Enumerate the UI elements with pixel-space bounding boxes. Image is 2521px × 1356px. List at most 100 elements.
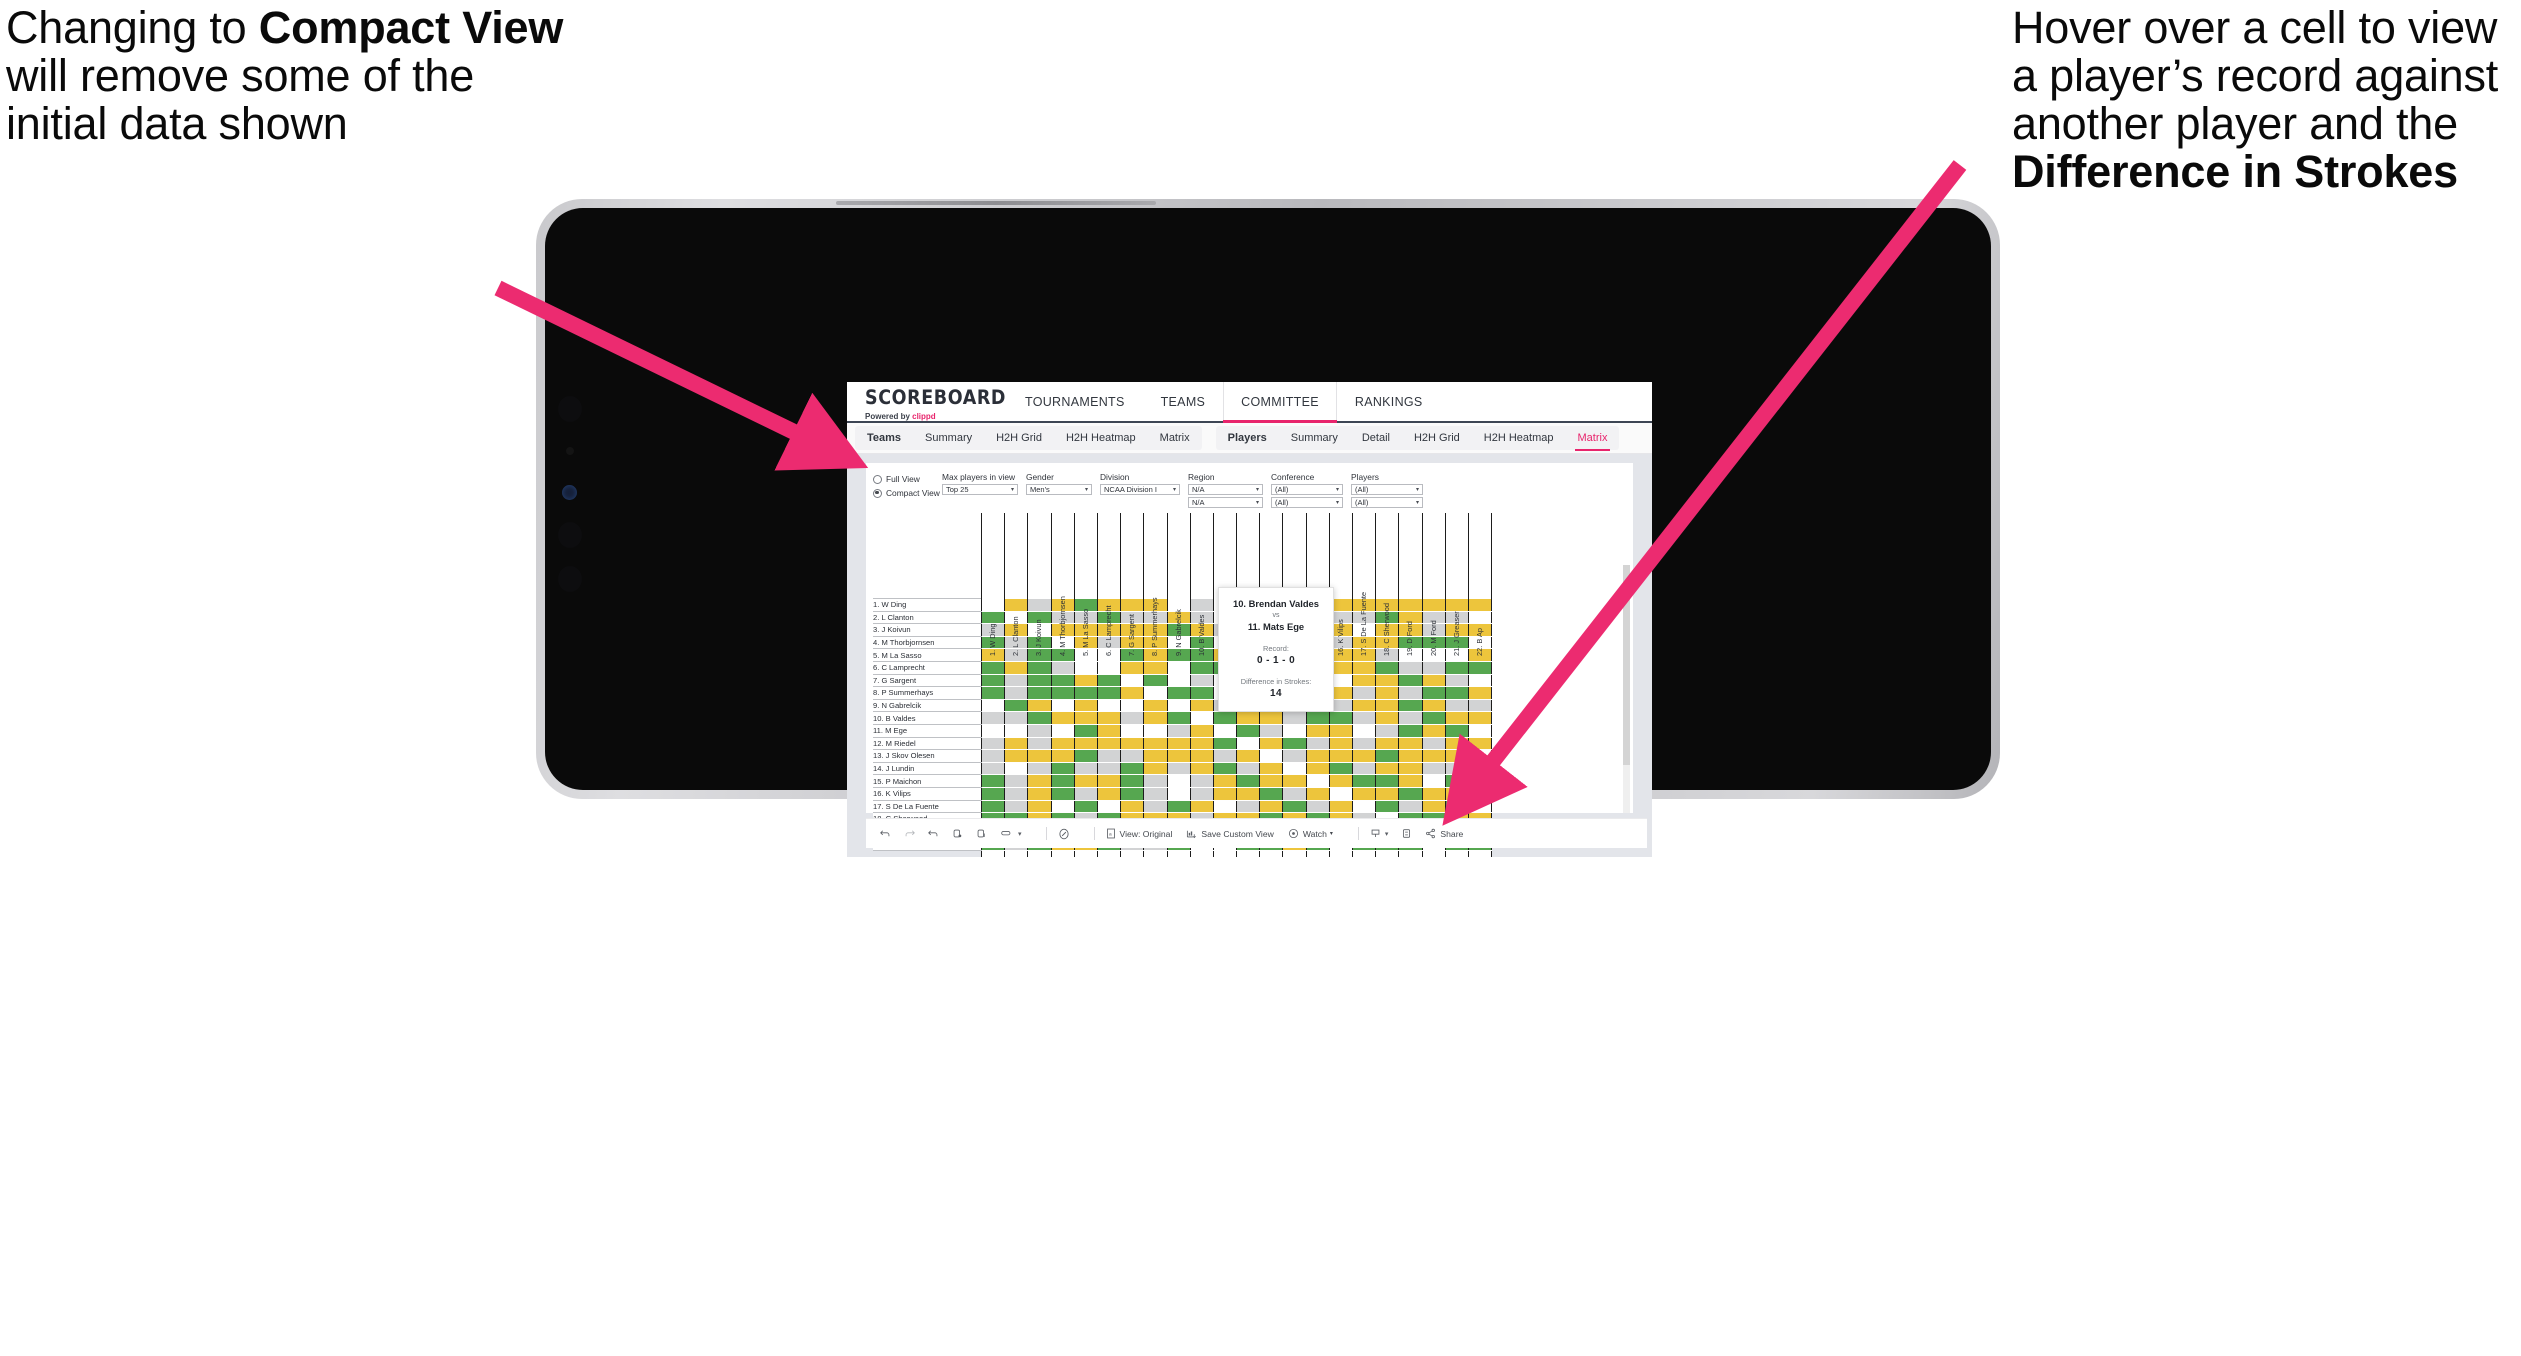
matrix-column-header[interactable]: 11. M Ege xyxy=(1212,513,1238,656)
matrix-column-header[interactable]: 16. K Vilips xyxy=(1328,513,1354,656)
matrix-cell[interactable] xyxy=(1351,749,1377,763)
matrix-cell[interactable] xyxy=(1050,686,1075,700)
matrix-cell[interactable] xyxy=(1467,786,1493,801)
matrix-cell[interactable] xyxy=(980,774,1006,788)
radio-full-view[interactable]: Full View xyxy=(873,474,942,484)
matrix-cell[interactable] xyxy=(1004,749,1029,763)
undo-icon[interactable] xyxy=(880,828,891,839)
nav-tournaments[interactable]: TOURNAMENTS xyxy=(1007,382,1143,421)
matrix-cell[interactable] xyxy=(1398,698,1423,713)
subnav-players-h2h-heatmap[interactable]: H2H Heatmap xyxy=(1472,426,1566,450)
matrix-cell[interactable] xyxy=(1328,786,1354,801)
watch-button[interactable]: Watch ▾ xyxy=(1288,828,1333,839)
matrix-cell[interactable] xyxy=(1444,774,1469,788)
matrix-row-label[interactable]: 2. L Clanton xyxy=(873,610,982,625)
matrix-cell[interactable] xyxy=(1189,686,1214,700)
matrix-cell[interactable] xyxy=(1004,799,1029,814)
matrix-cell[interactable] xyxy=(1282,774,1307,788)
matrix-column-header[interactable]: 4. M Thorbjornsen xyxy=(1050,513,1075,656)
matrix-cell[interactable] xyxy=(1096,749,1122,763)
matrix-cell[interactable] xyxy=(1143,673,1168,688)
matrix-cell[interactable] xyxy=(1050,698,1075,713)
matrix-row-label[interactable]: 5. M La Sasso xyxy=(873,648,982,662)
matrix-cell[interactable] xyxy=(1004,711,1029,725)
matrix-cell[interactable] xyxy=(1096,761,1122,776)
matrix-cell[interactable] xyxy=(1027,761,1052,776)
loop-icon[interactable] xyxy=(1000,828,1013,839)
matrix-cell[interactable] xyxy=(1375,774,1400,788)
matrix-cell[interactable] xyxy=(1166,749,1191,763)
matrix-cell[interactable] xyxy=(1305,786,1330,801)
download-icon[interactable] xyxy=(1370,828,1381,839)
matrix-cell[interactable] xyxy=(1236,749,1261,763)
matrix-cell[interactable] xyxy=(1375,749,1400,763)
matrix-column-header[interactable]: 22. B Ap xyxy=(1467,513,1493,656)
matrix-cell[interactable] xyxy=(1143,799,1168,814)
matrix-cell[interactable] xyxy=(1398,749,1423,763)
matrix-column-header[interactable]: 8. P Summerhays xyxy=(1143,513,1168,656)
subnav-teams-h2h-grid[interactable]: H2H Grid xyxy=(984,426,1054,450)
matrix-cell[interactable] xyxy=(1398,774,1423,788)
matrix-cell[interactable] xyxy=(1328,736,1354,751)
matrix-column-header[interactable]: 13. J Skov Olesen xyxy=(1259,513,1284,656)
matrix-cell[interactable] xyxy=(1004,786,1029,801)
radio-compact-view[interactable]: Compact View xyxy=(873,488,942,498)
matrix-cell[interactable] xyxy=(1236,799,1261,814)
vertical-scrollbar-thumb[interactable] xyxy=(1623,565,1630,765)
matrix-row-label[interactable]: 14. J Lundin xyxy=(873,761,982,776)
matrix-cell[interactable] xyxy=(1189,673,1214,688)
matrix-cell[interactable] xyxy=(1004,698,1029,713)
matrix-cell[interactable] xyxy=(1305,761,1330,776)
matrix-row-label[interactable]: 8. P Summerhays xyxy=(873,686,982,700)
matrix-cell[interactable] xyxy=(1444,711,1469,725)
matrix-column-header[interactable]: 5. M La Sasso xyxy=(1073,513,1098,656)
matrix-column-header[interactable]: 21. J Greaser xyxy=(1444,513,1469,656)
matrix-column-header[interactable]: 19. D Ford xyxy=(1398,513,1423,656)
matrix-column-header[interactable]: 18. C Sherwood xyxy=(1375,513,1400,656)
matrix-cell[interactable] xyxy=(1212,761,1238,776)
matrix-cell[interactable] xyxy=(1096,698,1122,713)
matrix-cell[interactable] xyxy=(1444,736,1469,751)
matrix-cell[interactable] xyxy=(1050,799,1075,814)
subnav-players-h2h-grid[interactable]: H2H Grid xyxy=(1402,426,1472,450)
matrix-cell[interactable] xyxy=(1212,749,1238,763)
matrix-cell[interactable] xyxy=(1050,736,1075,751)
redo-icon[interactable] xyxy=(904,828,915,839)
matrix-column-header[interactable]: 20. M Ford xyxy=(1421,513,1446,656)
matrix-column-header[interactable]: 14. J Lundin xyxy=(1282,513,1307,656)
matrix-cell[interactable] xyxy=(1328,749,1354,763)
nav-rankings[interactable]: RANKINGS xyxy=(1337,382,1441,421)
filter-players-select[interactable]: (All) ▾ xyxy=(1351,484,1423,495)
matrix-cell[interactable] xyxy=(1467,723,1493,738)
matrix-cell[interactable] xyxy=(1004,686,1029,700)
matrix-cell[interactable] xyxy=(1236,761,1261,776)
matrix-row-label[interactable]: 10. B Valdes xyxy=(873,711,982,725)
filter-conference-select[interactable]: (All) ▾ xyxy=(1271,484,1343,495)
filter-conference-select-2[interactable]: (All) ▾ xyxy=(1271,497,1343,508)
matrix-column-header[interactable]: 3. J Koivun xyxy=(1027,513,1052,656)
matrix-cell[interactable] xyxy=(1398,660,1423,675)
matrix-cell[interactable] xyxy=(980,749,1006,763)
matrix-cell[interactable] xyxy=(1166,786,1191,801)
matrix-cell[interactable] xyxy=(1351,761,1377,776)
matrix-cell[interactable] xyxy=(1328,723,1354,738)
matrix-cell[interactable] xyxy=(1143,749,1168,763)
matrix-cell[interactable] xyxy=(1305,749,1330,763)
subnav-players-matrix[interactable]: Matrix xyxy=(1566,426,1620,451)
matrix-cell[interactable] xyxy=(1328,761,1354,776)
matrix-cell[interactable] xyxy=(1467,660,1493,675)
matrix-column-header[interactable]: 10. B Valdes xyxy=(1189,513,1214,656)
matrix-cell[interactable] xyxy=(1444,660,1469,675)
subnav-teams-matrix[interactable]: Matrix xyxy=(1148,426,1202,450)
matrix-cell[interactable] xyxy=(1050,711,1075,725)
matrix-cell[interactable] xyxy=(1375,673,1400,688)
matrix-column-header[interactable]: 15. P Maichon xyxy=(1305,513,1330,656)
matrix-cell[interactable] xyxy=(1421,723,1446,738)
matrix-cell[interactable] xyxy=(1096,660,1122,675)
matrix-cell[interactable] xyxy=(1073,749,1098,763)
filter-players-select-2[interactable]: (All) ▾ xyxy=(1351,497,1423,508)
matrix-cell[interactable] xyxy=(1073,673,1098,688)
matrix-cell[interactable] xyxy=(1467,799,1493,814)
matrix-cell[interactable] xyxy=(1027,686,1052,700)
matrix-cell[interactable] xyxy=(1189,660,1214,675)
